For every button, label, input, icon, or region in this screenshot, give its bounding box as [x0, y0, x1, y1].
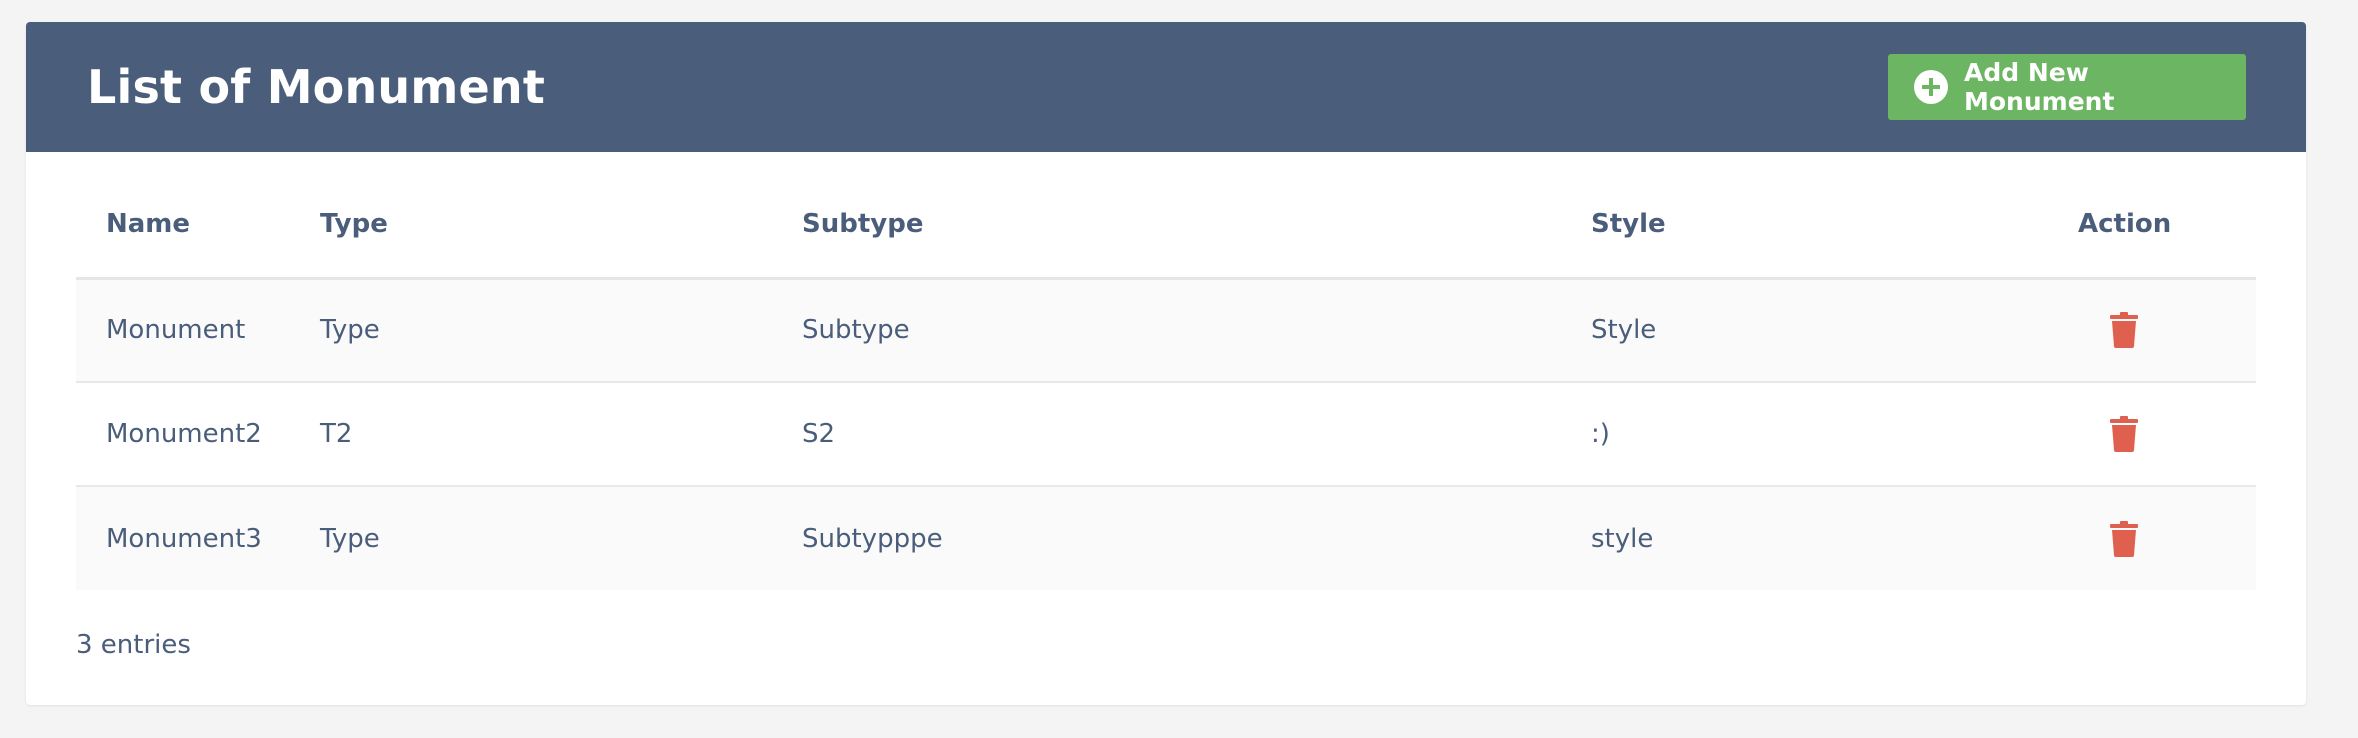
column-header-style[interactable]: Style — [1561, 172, 2040, 280]
page-title: List of Monument — [87, 60, 546, 114]
plus-circle-icon — [1914, 70, 1948, 104]
cell-name: Monument — [76, 278, 290, 383]
column-header-action: Action — [2040, 172, 2256, 280]
column-header-type[interactable]: Type — [290, 172, 772, 280]
trash-icon[interactable] — [2110, 312, 2138, 349]
cell-action — [2040, 278, 2256, 383]
cell-subtype: S2 — [772, 382, 1561, 487]
column-header-subtype[interactable]: Subtype — [772, 172, 1561, 280]
card-header: List of Monument Add New Monument — [26, 22, 2306, 152]
trash-icon[interactable] — [2110, 520, 2138, 557]
cell-type: T2 — [290, 382, 772, 487]
cell-action — [2040, 382, 2256, 487]
add-new-monument-button[interactable]: Add New Monument — [1888, 54, 2246, 120]
cell-name: Monument3 — [106, 523, 262, 554]
cell-subtype: Subtypppe — [802, 523, 943, 554]
cell-subtype: Subtype — [772, 278, 1561, 383]
cell-style: Style — [1561, 278, 2040, 383]
monument-table-wrapper: Name Type Subtype Style Action Monument … — [76, 172, 2256, 590]
add-button-label: Add New Monument — [1964, 58, 2115, 116]
table-row: Monument Type Subtype Style — [76, 278, 2256, 383]
cell-style: :) — [1561, 382, 2040, 487]
cell-type: Type — [290, 278, 772, 383]
cell-style: style — [1591, 523, 1654, 554]
trash-icon[interactable] — [2110, 416, 2138, 452]
monument-list-card: List of Monument Add New Monument Name T… — [26, 22, 2306, 705]
column-header-name[interactable]: Name — [76, 172, 290, 280]
cell-name: Monument2 — [76, 382, 290, 487]
table-row: Monument2 T2 S2 :) — [76, 382, 2256, 487]
entries-count: 3 entries — [76, 630, 191, 660]
monument-table: Name Type Subtype Style Action Monument … — [76, 172, 2256, 590]
cell-type: Type — [320, 523, 380, 554]
cell-action — [2040, 486, 2256, 590]
table-row: Monument3 Type Subtypppe style — [76, 486, 2256, 590]
table-header-row: Name Type Subtype Style Action — [76, 172, 2256, 280]
